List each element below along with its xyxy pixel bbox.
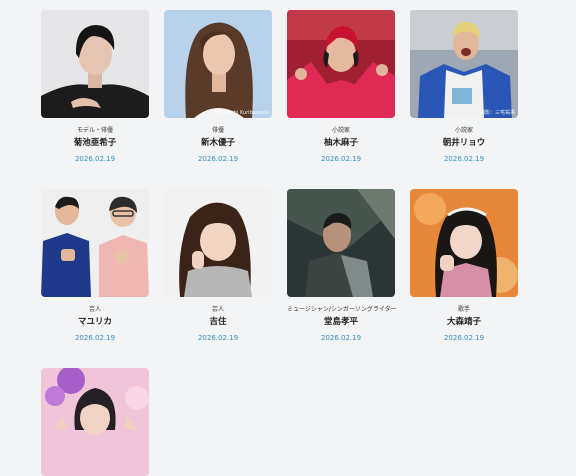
guest-card[interactable]: 歌手 大森靖子 2026.02.19 [410, 189, 518, 343]
guest-date: 2026.02.19 [320, 334, 362, 342]
guest-card[interactable]: モデル・俳優 菊池亜希子 2026.02.19 [41, 10, 149, 164]
guest-name[interactable]: 朝井リョウ [410, 138, 518, 149]
guest-photo[interactable] [287, 189, 395, 297]
guest-date: 2026.02.19 [320, 155, 362, 163]
guest-occupation: ミュージシャン/シンガーソングライター [287, 306, 397, 313]
guest-photo[interactable]: ©Satoshi Kuribayashi [164, 10, 272, 118]
guest-card[interactable]: ミュージシャン/シンガーソングライター 堂島孝平 2026.02.19 [287, 189, 397, 343]
guest-occupation: 芸人 [211, 306, 224, 313]
guest-occupation: 芸人 [88, 306, 101, 313]
guest-photo[interactable] [410, 189, 518, 297]
guest-date: 2026.02.19 [74, 334, 116, 342]
guest-card[interactable]: 小説家 柚木麻子 2026.02.19 [287, 10, 395, 164]
guest-photo[interactable] [41, 10, 149, 118]
guest-card[interactable]: 芸人 吉住 2026.02.19 [164, 189, 272, 343]
guest-date: 2026.02.19 [443, 155, 485, 163]
photo-credit: ©Satoshi Kuribayashi [214, 110, 269, 116]
guest-photo[interactable]: 撮影：三宅祐事 [410, 10, 518, 118]
guest-name[interactable]: 菊池亜希子 [41, 138, 149, 149]
guest-occupation: モデル・俳優 [76, 127, 113, 134]
guest-name[interactable]: マユリカ [41, 317, 149, 328]
guest-occupation: 小説家 [331, 127, 350, 134]
guest-date: 2026.02.19 [443, 334, 485, 342]
guest-name[interactable]: 大森靖子 [410, 317, 518, 328]
guest-name[interactable]: 新木優子 [164, 138, 272, 149]
guest-name[interactable]: 吉住 [164, 317, 272, 328]
guest-photo[interactable] [41, 368, 149, 476]
photo-credit: 撮影：三宅祐事 [479, 110, 515, 116]
guest-card[interactable] [41, 368, 149, 476]
guest-photo[interactable] [287, 10, 395, 118]
guest-grid: モデル・俳優 菊池亜希子 2026.02.19 ©Satoshi Kuribay… [0, 0, 576, 476]
guest-occupation: 俳優 [211, 127, 224, 134]
guest-occupation: 歌手 [457, 306, 470, 313]
guest-photo[interactable] [164, 189, 272, 297]
guest-card[interactable]: 芸人 マユリカ 2026.02.19 [41, 189, 149, 343]
guest-name[interactable]: 柚木麻子 [287, 138, 395, 149]
guest-date: 2026.02.19 [197, 155, 239, 163]
guest-name[interactable]: 堂島孝平 [287, 317, 395, 328]
guest-photo[interactable] [41, 189, 149, 297]
guest-date: 2026.02.19 [197, 334, 239, 342]
guest-occupation: 小説家 [454, 127, 473, 134]
guest-date: 2026.02.19 [74, 155, 116, 163]
guest-card[interactable]: 撮影：三宅祐事 小説家 朝井リョウ 2026.02.19 [410, 10, 518, 164]
guest-card[interactable]: ©Satoshi Kuribayashi 俳優 新木優子 2026.02.19 [164, 10, 272, 164]
